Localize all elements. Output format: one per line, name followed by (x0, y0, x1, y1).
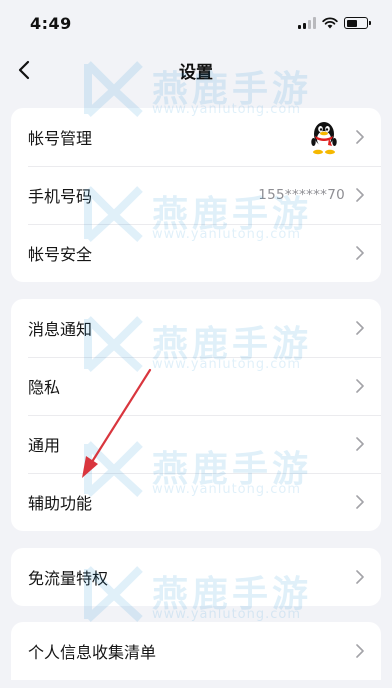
row-label: 隐私 (28, 378, 61, 397)
signal-icon (298, 17, 316, 29)
chevron-right-icon (356, 495, 364, 509)
info-card: 个人信息收集清单 (11, 622, 381, 680)
account-card: 帐号管理 手机号码 155******70 帐号安全 (11, 108, 381, 282)
row-account-management[interactable]: 帐号管理 (11, 108, 381, 166)
chevron-right-icon (356, 570, 364, 584)
row-accessibility[interactable]: 辅助功能 (11, 473, 381, 531)
battery-icon (344, 17, 371, 29)
qq-avatar-icon (311, 122, 337, 155)
row-account-security[interactable]: 帐号安全 (11, 224, 381, 282)
general-card: 消息通知 隐私 通用 辅助功能 (11, 299, 381, 531)
chevron-right-icon (356, 246, 364, 260)
status-time: 4:49 (30, 13, 72, 33)
back-button[interactable] (10, 56, 38, 84)
watermark-url: www.yanlutong.com (152, 607, 302, 622)
page-title: 设置 (179, 62, 213, 83)
chevron-right-icon (356, 188, 364, 202)
status-icons (298, 17, 371, 29)
chevron-right-icon (356, 437, 364, 451)
row-label: 通用 (28, 436, 61, 455)
row-privacy[interactable]: 隐私 (11, 357, 381, 415)
wifi-icon (322, 17, 338, 29)
row-notifications[interactable]: 消息通知 (11, 299, 381, 357)
row-personal-info-list[interactable]: 个人信息收集清单 (11, 622, 381, 680)
row-general[interactable]: 通用 (11, 415, 381, 473)
row-free-traffic[interactable]: 免流量特权 (11, 548, 381, 606)
chevron-right-icon (356, 130, 364, 144)
row-label: 免流量特权 (28, 569, 109, 588)
chevron-left-icon (18, 60, 30, 80)
settings-screen: 4:49 设置 帐号管理 手机号码 155******70 帐号安全 消息通知 … (0, 0, 392, 688)
status-bar: 4:49 (0, 0, 392, 46)
chevron-right-icon (356, 321, 364, 335)
row-label: 帐号安全 (28, 245, 93, 264)
row-label: 手机号码 (28, 187, 93, 206)
traffic-card: 免流量特权 (11, 548, 381, 606)
chevron-right-icon (356, 379, 364, 393)
phone-number-value: 155******70 (258, 187, 345, 203)
row-label: 个人信息收集清单 (28, 643, 157, 662)
row-label: 消息通知 (28, 320, 93, 339)
row-phone-number[interactable]: 手机号码 155******70 (11, 166, 381, 224)
nav-bar: 设置 (0, 50, 392, 90)
chevron-right-icon (356, 644, 364, 658)
row-label: 帐号管理 (28, 129, 93, 148)
row-label: 辅助功能 (28, 494, 93, 513)
